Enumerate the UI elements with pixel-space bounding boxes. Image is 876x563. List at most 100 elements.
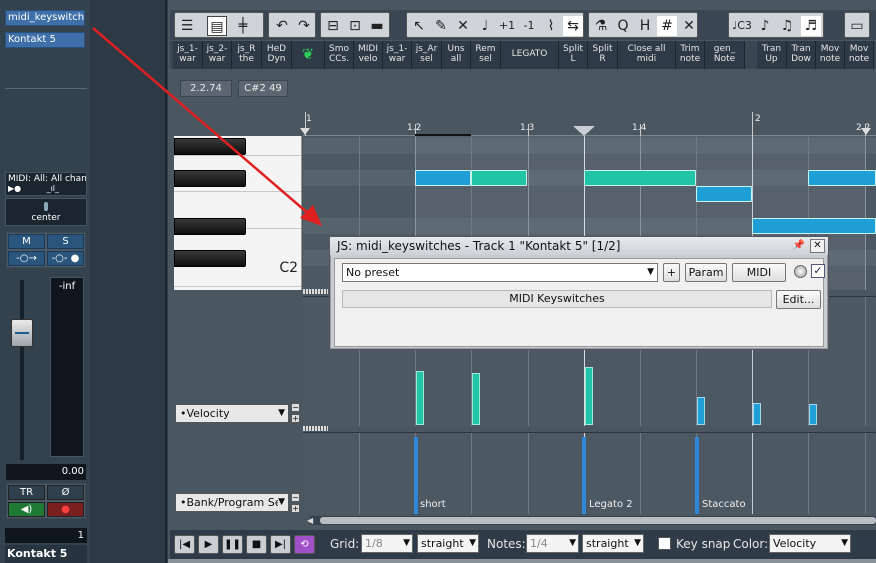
black-key[interactable] bbox=[174, 250, 246, 267]
tie-tool-icon[interactable]: ⌇ bbox=[541, 16, 561, 36]
midi-note[interactable] bbox=[696, 186, 752, 202]
velocity-bar[interactable] bbox=[809, 404, 817, 425]
playhead-marker[interactable] bbox=[573, 126, 595, 136]
action-js-1-war[interactable]: js_1- war bbox=[173, 41, 203, 69]
velocity-bar[interactable] bbox=[585, 367, 593, 425]
action-js-2-war[interactable]: js_2- war bbox=[203, 41, 232, 69]
velocity-bar[interactable] bbox=[753, 403, 761, 425]
action-gen-note[interactable]: gen_ Note bbox=[705, 41, 745, 69]
action-move-note-1[interactable]: Mov note bbox=[816, 41, 845, 69]
black-key[interactable] bbox=[174, 138, 246, 155]
position-readout[interactable]: 2.2.74 bbox=[180, 80, 232, 97]
param-button[interactable]: Param bbox=[685, 263, 727, 282]
action-smooth-ccs[interactable]: Smo CCs. bbox=[325, 41, 354, 69]
wet-knob-icon[interactable] bbox=[794, 265, 807, 278]
velocity-bar[interactable] bbox=[416, 371, 424, 425]
note-icon[interactable]: ♪ bbox=[755, 16, 775, 36]
black-key[interactable] bbox=[174, 218, 246, 235]
close-icon[interactable]: ✕ bbox=[810, 239, 825, 253]
midi-button[interactable]: MIDI bbox=[732, 263, 786, 282]
item-select-icon[interactable]: ⊟ bbox=[323, 16, 343, 36]
midi-input-selector[interactable]: MIDI: All: All channe ▶● _ıl_ bbox=[5, 172, 87, 196]
grid-select[interactable]: 1/8 ▼ bbox=[361, 534, 413, 553]
velocity-lane-selector[interactable]: •Velocity ▼ bbox=[175, 404, 289, 423]
action-unselect-all[interactable]: Uns all bbox=[442, 41, 471, 69]
rewind-icon[interactable]: |◀ bbox=[174, 535, 195, 554]
record-mode-button[interactable]: TR bbox=[8, 485, 45, 500]
fader-thumb[interactable] bbox=[11, 319, 33, 347]
loop-icon[interactable]: ⟲ bbox=[294, 535, 315, 554]
start-marker[interactable] bbox=[300, 128, 310, 135]
redo-icon[interactable]: ↷ bbox=[294, 16, 314, 36]
action-close-all-midi[interactable]: Close all midi bbox=[618, 41, 676, 69]
preset-select[interactable]: No preset ▼ bbox=[342, 263, 658, 282]
piano-keyboard[interactable]: C2 bbox=[174, 136, 302, 290]
volume-readout[interactable]: 0.00 bbox=[6, 464, 86, 480]
midi-note[interactable] bbox=[471, 170, 527, 186]
program-change-event[interactable] bbox=[414, 437, 418, 514]
undo-icon[interactable]: ↶ bbox=[272, 16, 292, 36]
midi-note[interactable] bbox=[415, 170, 471, 186]
track-name[interactable]: Kontakt 5 bbox=[5, 545, 87, 563]
program-change-event[interactable] bbox=[582, 437, 586, 514]
edit-button[interactable]: Edit... bbox=[776, 290, 821, 309]
action-move-note-2[interactable]: Mov note bbox=[845, 41, 874, 69]
pan-control[interactable]: center bbox=[5, 198, 87, 226]
velocity-bar[interactable] bbox=[472, 373, 480, 425]
step-input-icon[interactable]: ♬ bbox=[801, 16, 821, 36]
solo-button[interactable]: S bbox=[47, 234, 84, 249]
velocity-bar[interactable] bbox=[697, 397, 705, 425]
pencil-tool-icon[interactable]: ✎ bbox=[431, 16, 451, 36]
select-tool-icon[interactable]: ↖ bbox=[409, 16, 429, 36]
metronome-icon[interactable]: ⚗ bbox=[591, 16, 611, 36]
grid-mode-select[interactable]: straight ▼ bbox=[417, 534, 479, 553]
volume-fader[interactable] bbox=[6, 277, 46, 462]
pause-icon[interactable]: ❚❚ bbox=[222, 535, 243, 554]
note-readout[interactable]: C#2 49 bbox=[238, 80, 288, 97]
lane-splitter[interactable] bbox=[303, 426, 328, 431]
scrollbar-thumb[interactable] bbox=[320, 517, 876, 524]
hand-tool-icon[interactable]: H bbox=[635, 16, 655, 36]
speaker-icon[interactable]: ◀) bbox=[8, 502, 45, 517]
add-preset-button[interactable]: + bbox=[663, 263, 680, 282]
notes-mode-select[interactable]: straight ▼ bbox=[582, 534, 644, 553]
horizontal-scrollbar[interactable]: ◀ bbox=[307, 516, 876, 525]
note-step-icon[interactable]: ♫ bbox=[777, 16, 797, 36]
forward-icon[interactable]: ▶| bbox=[270, 535, 291, 554]
bypass-checkbox[interactable]: ✓ bbox=[811, 264, 825, 278]
action-transpose-down[interactable]: Tran Dow bbox=[787, 41, 816, 69]
remove-lane-icon[interactable]: − bbox=[291, 403, 300, 412]
named-notes-icon[interactable]: ╪ bbox=[233, 16, 253, 36]
action-remove-sel[interactable]: Rem sel bbox=[471, 41, 501, 69]
phase-invert-button[interactable]: Ø bbox=[47, 485, 84, 500]
item-split-icon[interactable]: ▬ bbox=[367, 16, 387, 36]
midi-note[interactable] bbox=[584, 170, 696, 186]
action-footprint[interactable]: ❦ bbox=[292, 41, 325, 69]
action-transpose-up[interactable]: Tran Up bbox=[757, 41, 787, 69]
timeline-ruler[interactable]: 1 1.2 1.3 1.4 2 2.2 bbox=[300, 112, 876, 136]
midi-note[interactable] bbox=[808, 170, 876, 186]
fx-slot-midi-keyswitches[interactable]: midi_keyswitches bbox=[5, 10, 85, 26]
black-key[interactable] bbox=[174, 170, 246, 187]
bank-program-lane[interactable]: short Legato 2 Staccato bbox=[303, 432, 876, 514]
swap-tool-icon[interactable]: ⇆ bbox=[563, 16, 583, 36]
action-split-r[interactable]: Split R bbox=[588, 41, 618, 69]
action-js-r-the[interactable]: js_R the bbox=[232, 41, 262, 69]
stop-icon[interactable]: ■ bbox=[246, 535, 267, 554]
list-view-icon[interactable]: ☰ bbox=[177, 16, 197, 36]
grid-icon[interactable]: # bbox=[657, 16, 677, 36]
send-route-icon[interactable]: -○→ bbox=[8, 251, 45, 266]
add-lane-icon[interactable]: + bbox=[291, 504, 300, 513]
fx-slot-kontakt[interactable]: Kontakt 5 bbox=[5, 32, 85, 48]
action-trim-note[interactable]: Trim note bbox=[676, 41, 705, 69]
color-mode-select[interactable]: Velocity ▼ bbox=[769, 534, 851, 553]
action-js-1-war-2[interactable]: js_1- war bbox=[383, 41, 412, 69]
erase-tool-icon[interactable]: ✕ bbox=[453, 16, 473, 36]
action-js-ar-sel[interactable]: js_Ar sel bbox=[412, 41, 442, 69]
bank-program-lane-selector[interactable]: •Bank/Program Se ▼ bbox=[175, 493, 289, 512]
key-snap-checkbox[interactable] bbox=[658, 537, 671, 550]
scroll-left-icon[interactable]: ◀ bbox=[307, 516, 313, 525]
note-name-icon[interactable]: ♩C3 bbox=[731, 16, 753, 36]
end-marker[interactable] bbox=[861, 128, 871, 135]
midi-keyswitches-slider[interactable]: MIDI Keyswitches bbox=[342, 290, 772, 308]
